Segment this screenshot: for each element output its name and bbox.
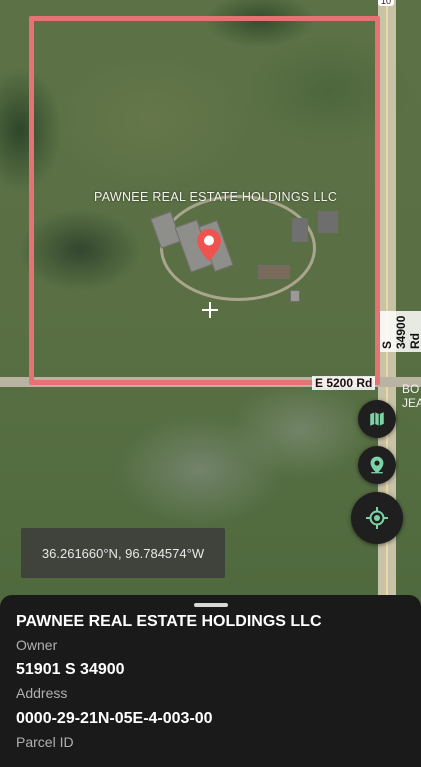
- road-marker: 10: [378, 0, 394, 6]
- owner-label: Owner: [16, 637, 58, 653]
- map-layers-button[interactable]: [358, 400, 396, 438]
- road-label-vertical: S 34900 Rd: [380, 311, 421, 352]
- parcel-id-value: 0000-29-21N-05E-4-003-00: [16, 710, 213, 727]
- address-value: 51901 S 34900: [16, 661, 125, 678]
- parcel-id-label: Parcel ID: [16, 734, 74, 750]
- my-location-icon: [366, 507, 388, 529]
- satellite-map[interactable]: PAWNEE REAL ESTATE HOLDINGS LLC S 34900 …: [0, 0, 421, 600]
- map-edge-label: JEA: [402, 396, 421, 410]
- map-icon: [370, 412, 384, 426]
- coordinates-readout[interactable]: 36.261660°N, 96.784574°W: [21, 528, 225, 578]
- drop-pin-button[interactable]: [358, 446, 396, 484]
- road-label-horizontal: E 5200 Rd: [312, 376, 376, 390]
- parcel-details-sheet[interactable]: PAWNEE REAL ESTATE HOLDINGS LLC Owner 51…: [0, 595, 421, 767]
- parcel-owner-label: PAWNEE REAL ESTATE HOLDINGS LLC: [94, 190, 338, 204]
- crosshair-icon: [202, 302, 218, 318]
- location-pin-icon: [370, 456, 384, 474]
- map-edge-label: BO: [402, 382, 420, 396]
- address-label: Address: [16, 685, 68, 701]
- owner-value: PAWNEE REAL ESTATE HOLDINGS LLC: [16, 613, 322, 630]
- my-location-button[interactable]: [351, 492, 403, 544]
- sheet-drag-handle[interactable]: [194, 603, 228, 607]
- location-pin-icon[interactable]: [196, 228, 222, 262]
